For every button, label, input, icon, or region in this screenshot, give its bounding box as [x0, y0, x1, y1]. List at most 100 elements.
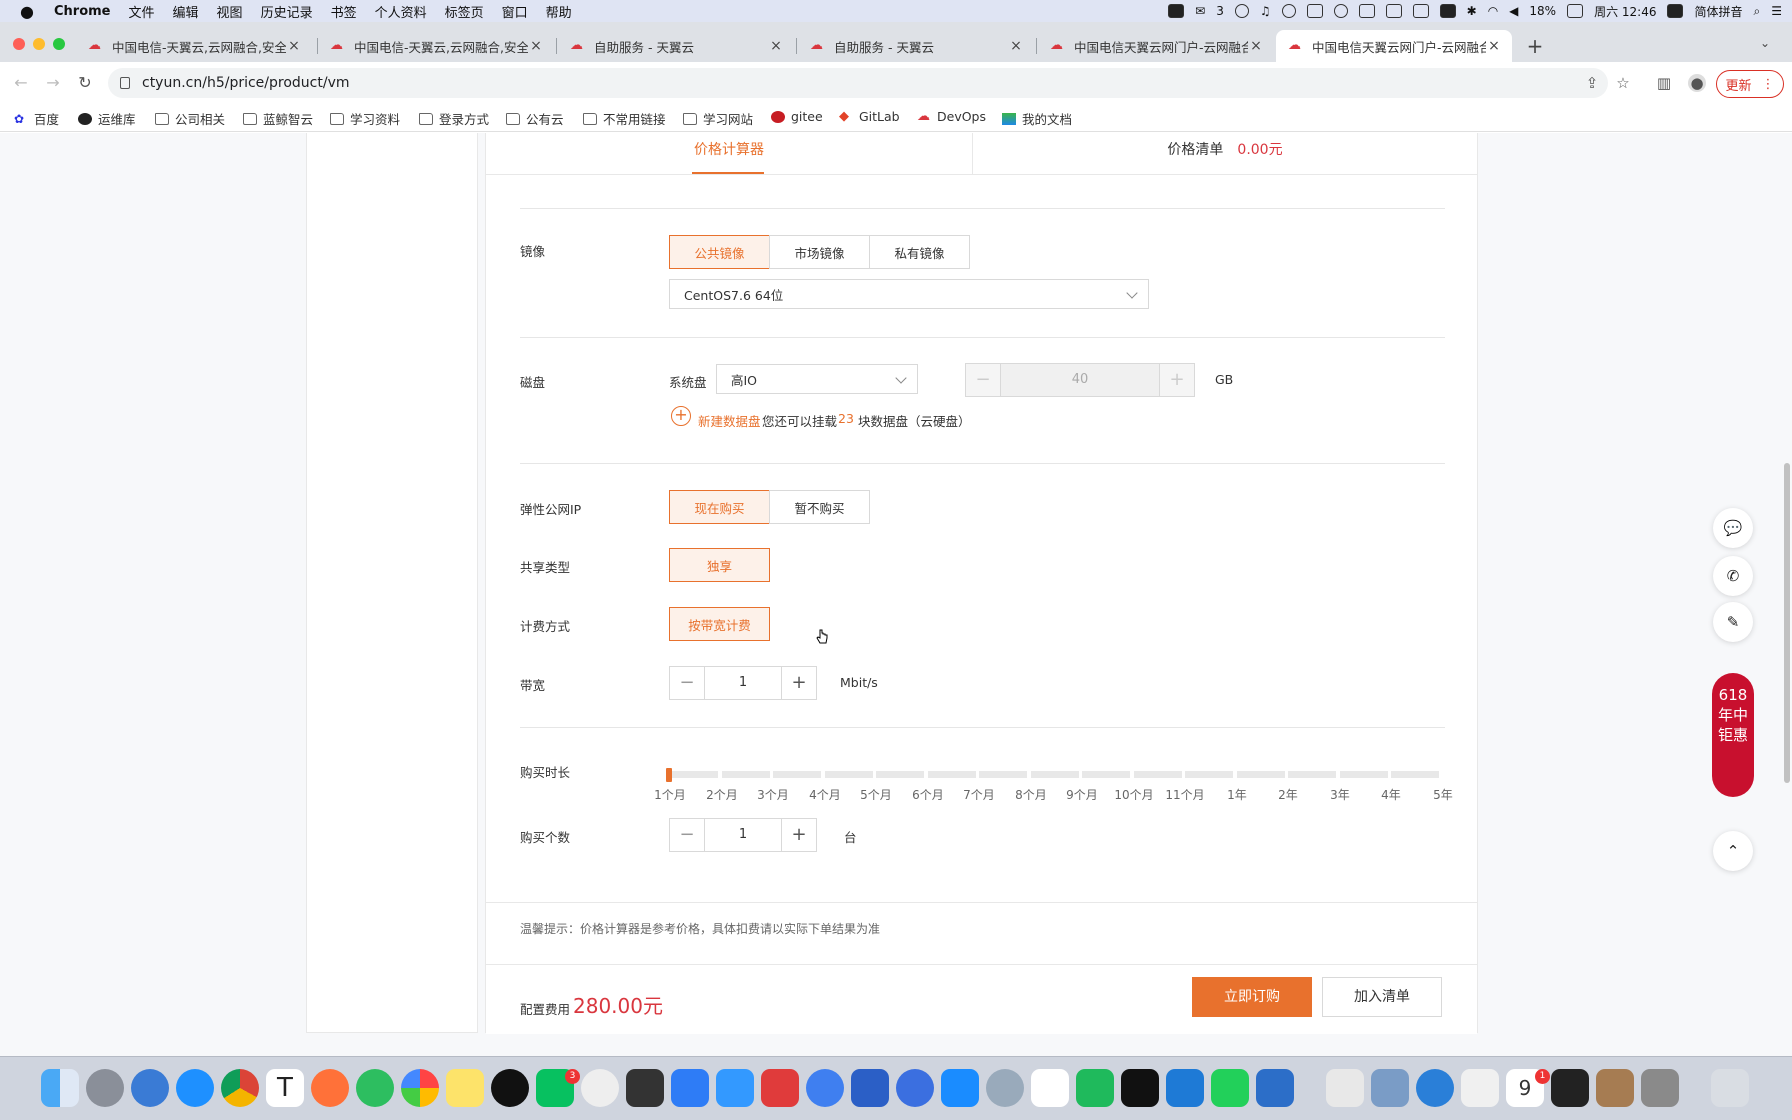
bandwidth-stepper[interactable]: − 1 + — [669, 666, 817, 700]
slider-segment[interactable] — [1391, 771, 1439, 778]
word-icon[interactable] — [851, 1069, 889, 1107]
tab-price-list[interactable]: 价格清单 0.00元 — [972, 133, 1477, 174]
wps-icon[interactable] — [761, 1069, 799, 1107]
edit-pen-icon[interactable]: ✎ — [1713, 602, 1753, 642]
tab-close-icon[interactable]: × — [1486, 38, 1502, 54]
bookmark-folder[interactable]: 学习资料 — [330, 109, 400, 128]
qq-icon[interactable] — [491, 1069, 529, 1107]
trash-icon[interactable] — [1711, 1069, 1749, 1107]
slider-segment[interactable] — [1288, 771, 1336, 778]
duration-tick[interactable]: 4年 — [1366, 786, 1416, 803]
tab-close-icon[interactable]: × — [1008, 38, 1024, 54]
menu-edit[interactable]: 编辑 — [173, 2, 199, 21]
chat-icon[interactable]: 💬 — [1713, 508, 1753, 548]
exclusive-option[interactable]: 独享 — [669, 548, 770, 582]
quicktime-icon[interactable] — [1416, 1069, 1454, 1107]
share-icon[interactable]: ⇪ — [1583, 74, 1601, 92]
slider-segment[interactable] — [773, 771, 821, 778]
duration-tick[interactable]: 7个月 — [954, 786, 1004, 803]
terminal-icon[interactable] — [1121, 1069, 1159, 1107]
status-app2-icon[interactable] — [1281, 4, 1296, 18]
slider-segment[interactable] — [1236, 771, 1285, 778]
tab-price-calculator[interactable]: 价格计算器 — [486, 133, 972, 174]
status-app4-icon[interactable] — [1333, 4, 1348, 18]
plus-icon[interactable]: + — [782, 819, 816, 851]
browser-tab[interactable]: ☁ 自助服务 - 天翼云 × — [798, 30, 1034, 62]
menu-app-name[interactable]: Chrome — [54, 4, 111, 19]
bookmark-devops[interactable]: ☁ DevOps — [917, 109, 986, 124]
duration-tick[interactable]: 6个月 — [903, 786, 953, 803]
duration-tick[interactable]: 2个月 — [697, 786, 747, 803]
notes-icon[interactable] — [446, 1069, 484, 1107]
menu-view[interactable]: 视图 — [217, 2, 243, 21]
minus-icon[interactable]: − — [670, 819, 704, 851]
input-method-icon[interactable] — [1667, 4, 1684, 18]
textedit-icon[interactable] — [1326, 1069, 1364, 1107]
vpn-icon[interactable] — [986, 1069, 1024, 1107]
minus-icon[interactable]: − — [966, 364, 1000, 396]
slider-segment[interactable] — [1185, 771, 1233, 778]
slider-segment[interactable] — [876, 771, 924, 778]
duration-tick[interactable]: 1个月 — [645, 786, 695, 803]
menu-tabs[interactable]: 标签页 — [445, 2, 484, 21]
disk-size-value[interactable]: 40 — [1000, 364, 1160, 396]
menu-history[interactable]: 历史记录 — [261, 2, 313, 21]
bookmark-gitee[interactable]: gitee — [771, 109, 823, 124]
input-method-label[interactable]: 简体拼音 — [1694, 3, 1742, 20]
bookmark-gitlab[interactable]: ◆ GitLab — [839, 109, 900, 124]
bandwidth-value[interactable]: 1 — [704, 667, 782, 699]
back-arrow-icon[interactable]: ← — [9, 71, 33, 95]
bluetooth-icon[interactable]: ✱ — [1467, 4, 1477, 18]
status-app7-icon[interactable] — [1412, 4, 1429, 18]
bookmark-docs[interactable]: 我的文档 — [1002, 109, 1072, 128]
bookmark-baidu[interactable]: ✿ 百度 — [14, 109, 59, 128]
add-circle-icon[interactable]: + — [671, 406, 691, 426]
battery-icon[interactable] — [1567, 4, 1584, 18]
duration-tick[interactable]: 3个月 — [748, 786, 798, 803]
public-image-option[interactable]: 公共镜像 — [669, 235, 770, 269]
plus-icon[interactable]: + — [782, 667, 816, 699]
wifi-icon[interactable]: ◠ — [1488, 4, 1498, 18]
xmind-icon[interactable] — [806, 1069, 844, 1107]
status-app8-icon[interactable] — [1439, 4, 1456, 18]
page-scrollbar[interactable] — [1784, 463, 1790, 783]
tab-close-icon[interactable]: × — [528, 38, 544, 54]
spotlight-icon[interactable]: ⌕ — [1754, 4, 1761, 19]
finder-icon[interactable] — [41, 1069, 79, 1107]
duration-tick[interactable]: 5个月 — [851, 786, 901, 803]
photos-icon[interactable] — [401, 1069, 439, 1107]
menu-help[interactable]: 帮助 — [546, 2, 572, 21]
duration-tick[interactable]: 8个月 — [1006, 786, 1056, 803]
slider-handle[interactable] — [666, 768, 672, 782]
feishu-icon[interactable] — [671, 1069, 709, 1107]
os-image-select[interactable]: CentOS7.6 64位 — [669, 279, 1149, 309]
minimize-window-button[interactable] — [33, 38, 45, 50]
status-app3-icon[interactable] — [1306, 4, 1323, 18]
back-to-top-icon[interactable]: ⌃ — [1713, 831, 1753, 871]
quantity-value[interactable]: 1 — [704, 819, 782, 851]
reload-icon[interactable]: ↻ — [73, 71, 97, 95]
new-tab-button[interactable]: + — [1525, 34, 1545, 58]
bookmark-folder[interactable]: 不常用链接 — [583, 109, 666, 128]
bookmark-folder[interactable]: 登录方式 — [419, 109, 489, 128]
typora-icon[interactable]: T — [266, 1069, 304, 1107]
screen-tool-icon[interactable] — [626, 1069, 664, 1107]
zoom-window-button[interactable] — [53, 38, 65, 50]
minus-icon[interactable]: − — [670, 667, 704, 699]
plus-icon[interactable]: + — [1160, 364, 1194, 396]
browser-tab[interactable]: ☁ 中国电信-天翼云,云网融合,安全可 × — [318, 30, 554, 62]
dingtalk-icon[interactable] — [941, 1069, 979, 1107]
not-buy-option[interactable]: 暂不购买 — [769, 490, 870, 524]
contacts-icon[interactable] — [1596, 1069, 1634, 1107]
tab-close-icon[interactable]: × — [286, 38, 302, 54]
status-app6-icon[interactable] — [1385, 4, 1402, 18]
browser-tab[interactable]: ☁ 中国电信天翼云网门户-云网融合 × — [1038, 30, 1274, 62]
disk-size-stepper[interactable]: − 40 + — [965, 363, 1195, 397]
bell-icon[interactable]: ♫ — [1260, 4, 1271, 18]
order-now-button[interactable]: 立即订购 — [1192, 977, 1312, 1017]
quantity-stepper[interactable]: − 1 + — [669, 818, 817, 852]
menu-window[interactable]: 窗口 — [502, 2, 528, 21]
lock-icon[interactable] — [120, 77, 130, 89]
bookmark-folder[interactable]: 蓝鲸智云 — [243, 109, 313, 128]
buy-now-option[interactable]: 现在购买 — [669, 490, 770, 524]
